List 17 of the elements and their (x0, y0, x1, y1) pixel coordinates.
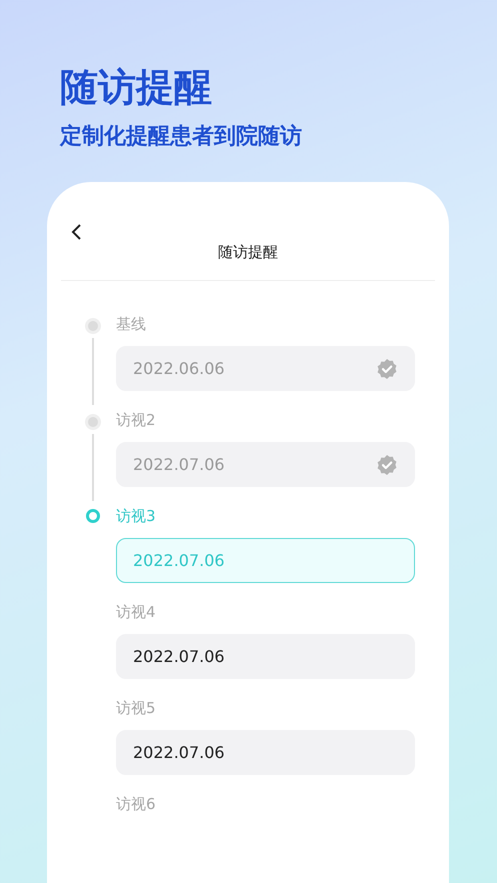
visit-label: 访视4 (116, 603, 156, 621)
date-field[interactable]: 2022.07.06 (116, 442, 415, 487)
headline-subtitle: 定制化提醒患者到院随访 (60, 122, 302, 151)
visit-label: 访视2 (116, 411, 156, 429)
back-icon[interactable] (71, 224, 83, 240)
date-field[interactable]: 2022.07.06 (116, 634, 415, 679)
visit-label: 基线 (116, 315, 146, 333)
check-badge-icon (376, 358, 398, 380)
headline-title: 随访提醒 (60, 64, 212, 111)
check-badge-icon (376, 454, 398, 476)
visit-label: 访视3 (116, 507, 156, 525)
date-field[interactable]: 2022.06.06 (116, 346, 415, 391)
screen-title: 随访提醒 (218, 244, 278, 260)
date-field[interactable]: 2022.07.06 (116, 730, 415, 775)
visit-label: 访视5 (116, 699, 156, 717)
visit-label: 访视6 (116, 795, 156, 813)
date-field[interactable]: 2022.07.06 (116, 538, 415, 583)
